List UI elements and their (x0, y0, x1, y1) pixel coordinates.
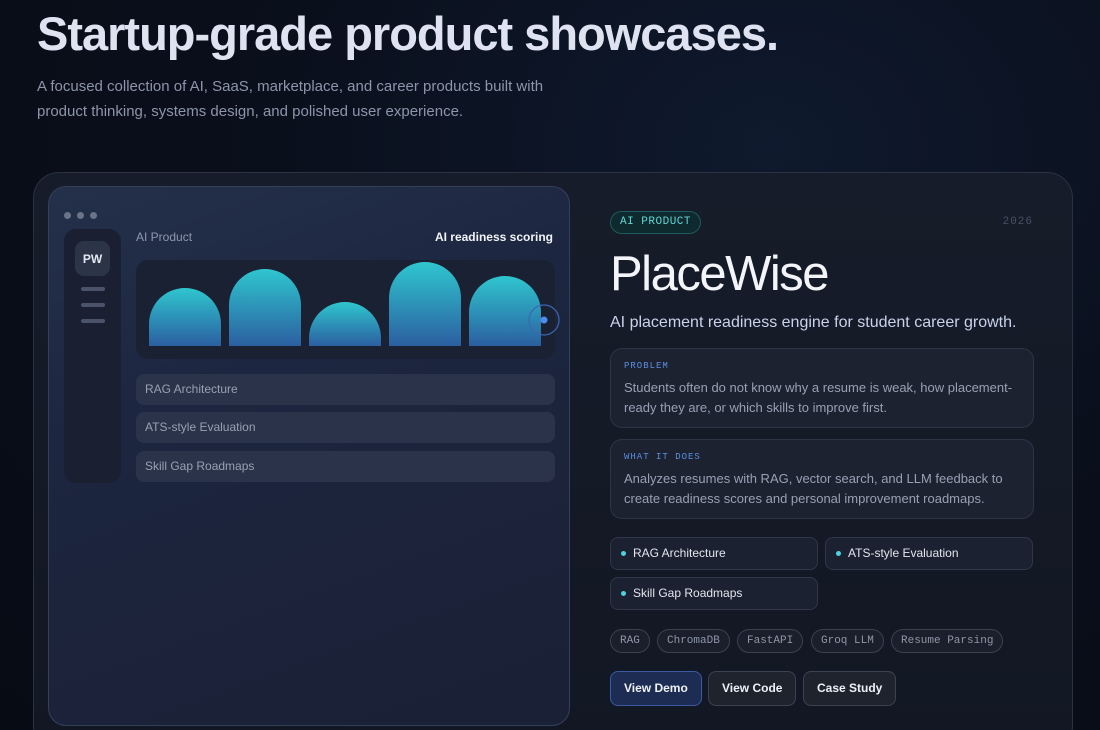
what-it-does-card: WHAT IT DOES Analyzes resumes with RAG, … (610, 439, 1034, 519)
product-name: PlaceWise (610, 247, 829, 301)
what-it-does-text: Analyzes resumes with RAG, vector search… (624, 471, 1003, 506)
product-mockup: PW AI Product AI readiness scoring RAG A… (48, 186, 570, 726)
score-bars (149, 262, 560, 346)
tech-tag: Groq LLM (811, 629, 884, 653)
case-study-button[interactable]: Case Study (803, 671, 897, 706)
feature-chip: ATS-style Evaluation (825, 537, 1033, 570)
what-it-does-label: WHAT IT DOES (624, 452, 701, 462)
page-title: Startup-grade product showcases. (37, 7, 779, 60)
mockup-heading: AI readiness scoring (434, 230, 553, 244)
problem-label: PROBLEM (624, 361, 669, 371)
score-bar (229, 269, 301, 346)
problem-text: Students often do not know why a resume … (624, 380, 1013, 415)
mockup-row: RAG Architecture (136, 374, 555, 405)
window-dot (90, 212, 97, 219)
tech-tag: FastAPI (737, 629, 804, 653)
score-bar (149, 288, 221, 346)
menu-line (81, 303, 105, 307)
score-bar (469, 276, 541, 346)
feature-label: Skill Gap Roadmaps (633, 586, 743, 600)
tech-tag: RAG (610, 629, 650, 653)
menu-line (81, 287, 105, 291)
problem-card: PROBLEM Students often do not know why a… (610, 348, 1034, 428)
mockup-row: Skill Gap Roadmaps (136, 451, 555, 482)
mockup-score-chart (136, 260, 560, 359)
window-dot (77, 212, 84, 219)
mockup-logo: PW (75, 241, 110, 276)
tech-tag: ChromaDB (657, 629, 730, 653)
mockup-sidebar: PW (64, 229, 121, 483)
menu-line (81, 319, 105, 323)
feature-dot-icon (836, 551, 841, 556)
feature-dot-icon (621, 591, 626, 596)
product-tagline: AI placement readiness engine for studen… (610, 314, 1017, 331)
view-demo-button[interactable]: View Demo (610, 671, 702, 706)
view-code-button[interactable]: View Code (708, 671, 797, 706)
window-dots (64, 212, 97, 219)
feature-label: RAG Architecture (633, 546, 726, 560)
tech-tag: Resume Parsing (891, 629, 1004, 653)
mockup-category: AI Product (136, 230, 193, 244)
score-bar (309, 302, 381, 346)
chart-cursor-dot (540, 316, 548, 324)
page-subtitle: A focused collection of AI, SaaS, market… (37, 78, 544, 120)
score-bar (389, 262, 461, 346)
feature-chip: RAG Architecture (610, 537, 818, 570)
window-dot (64, 212, 71, 219)
feature-chip: Skill Gap Roadmaps (610, 577, 818, 610)
feature-label: ATS-style Evaluation (848, 546, 959, 560)
product-year: 2026 (1002, 216, 1033, 228)
mockup-row: ATS-style Evaluation (136, 412, 555, 443)
category-badge: AI PRODUCT (610, 211, 702, 234)
feature-dot-icon (621, 551, 626, 556)
